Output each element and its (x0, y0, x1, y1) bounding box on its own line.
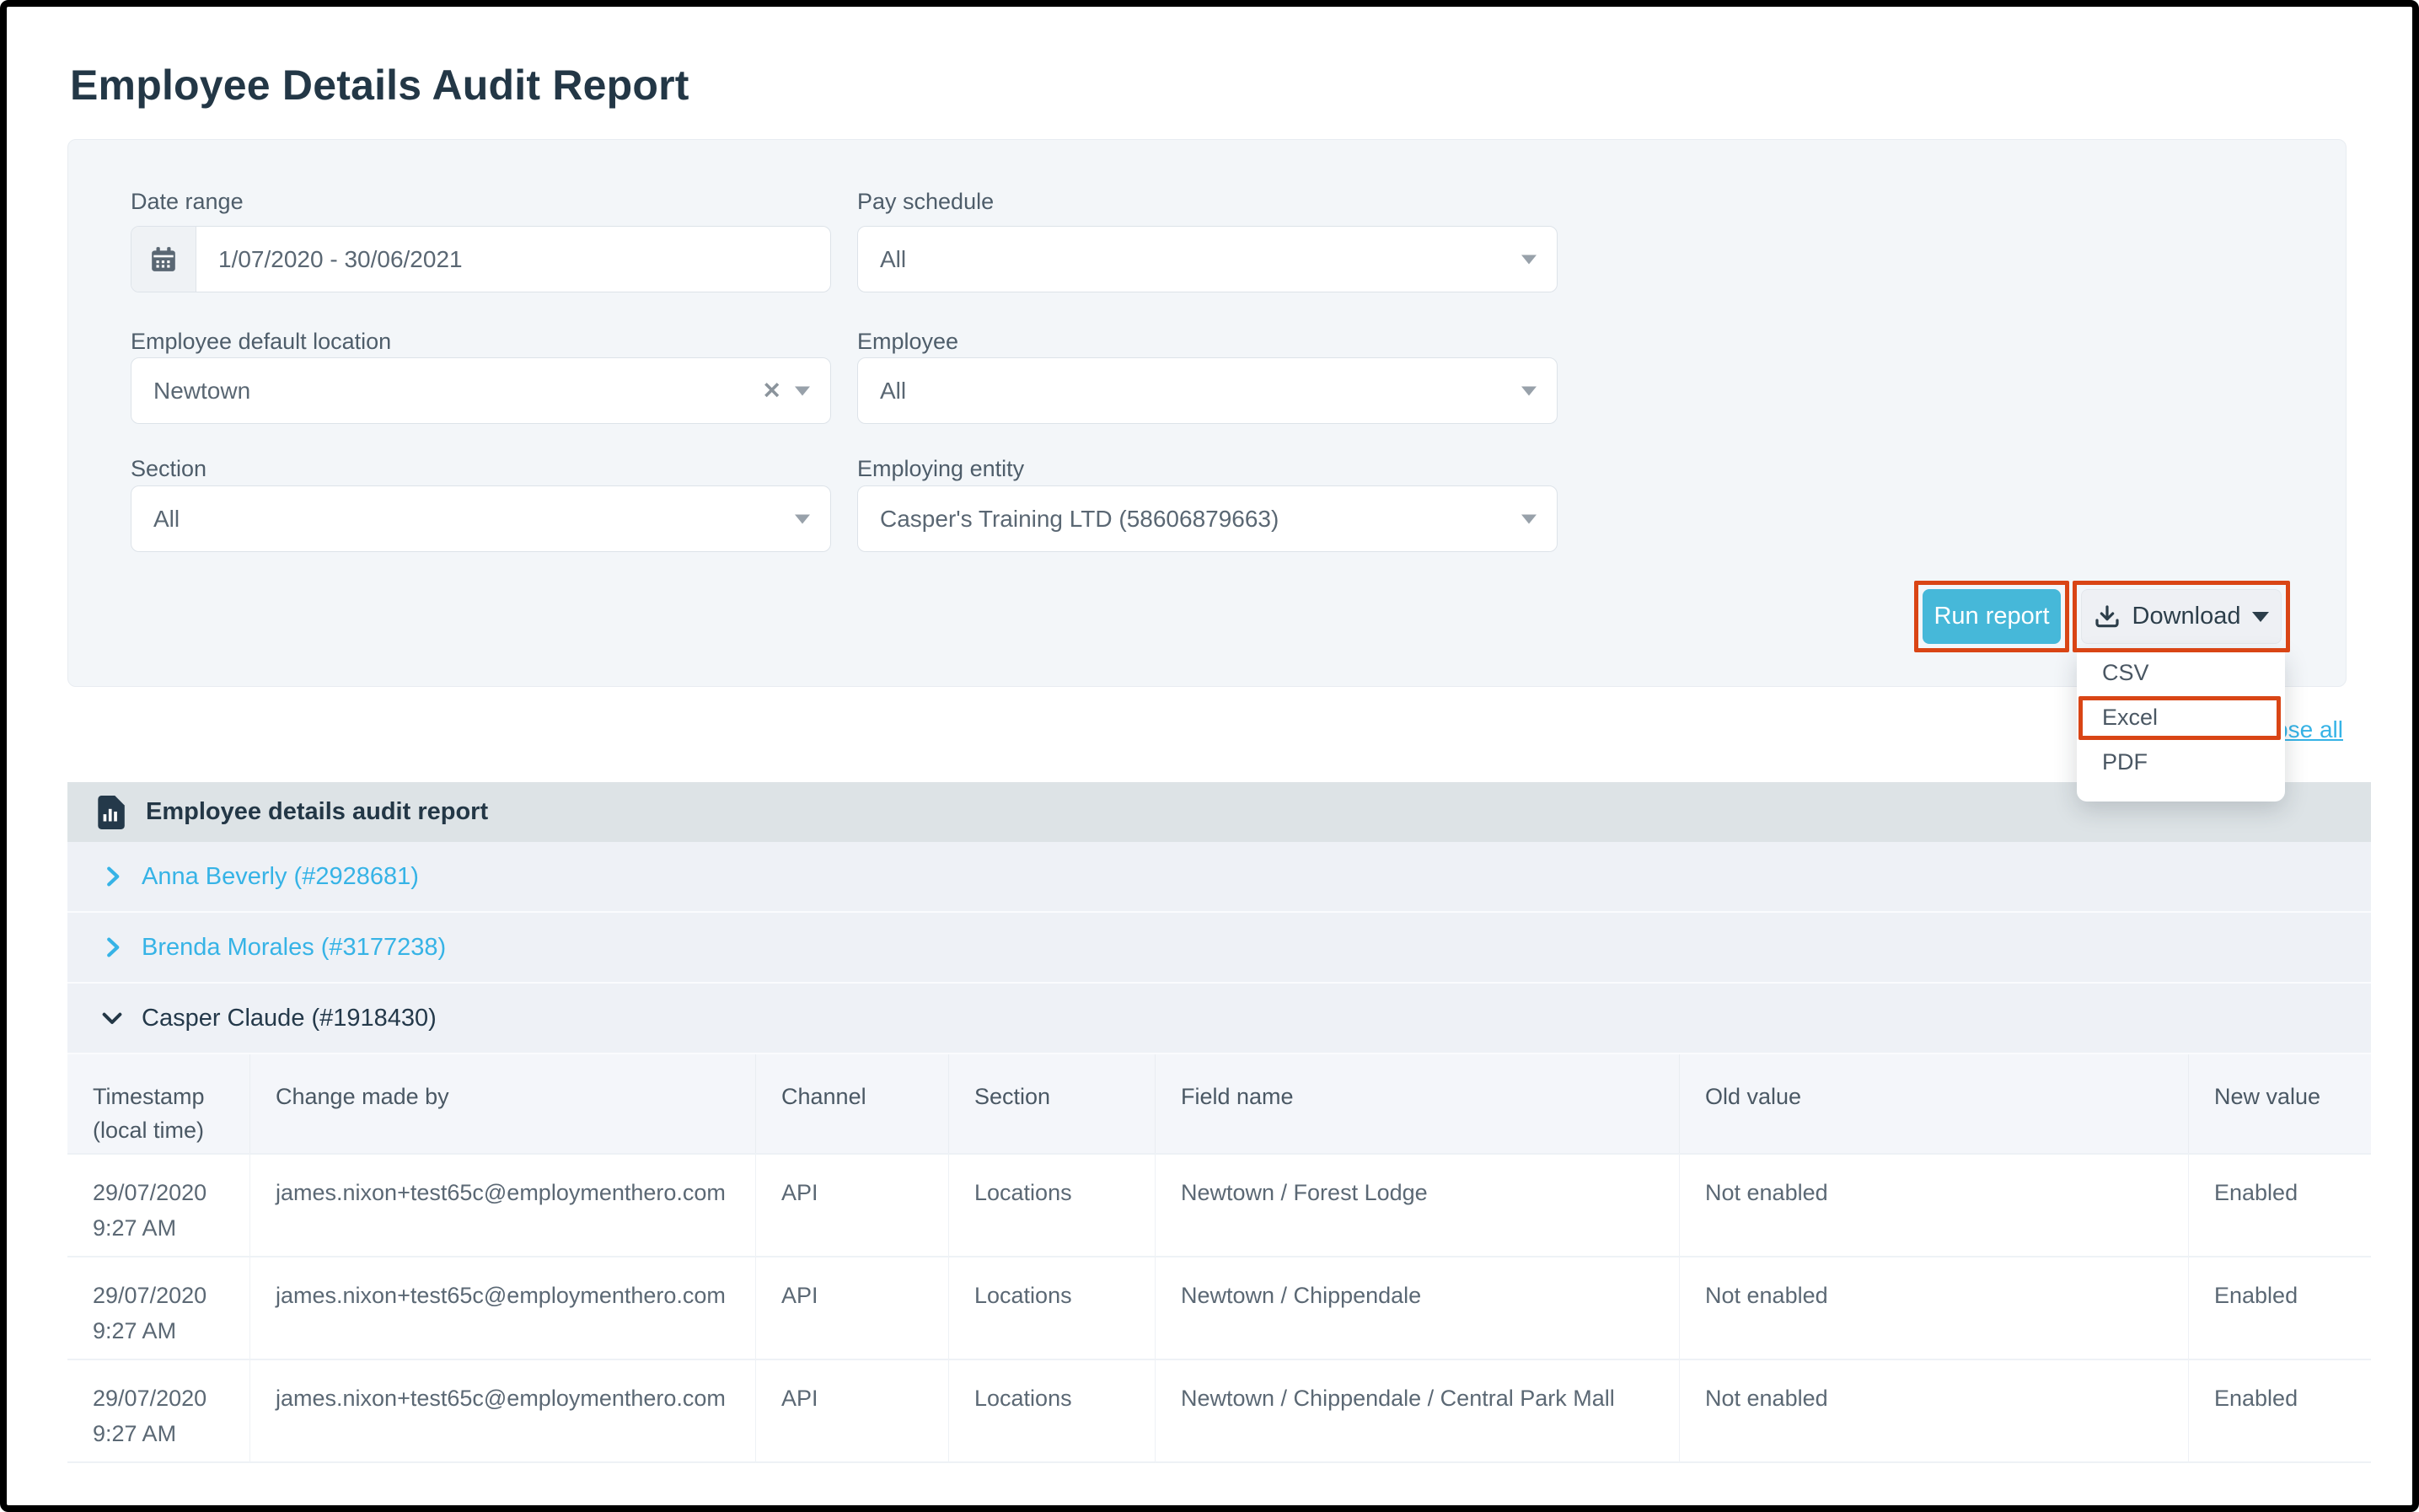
date-range-value: 1/07/2020 - 30/06/2021 (218, 246, 463, 273)
cell-section: Locations (949, 1360, 1156, 1461)
column-header: Old value (1680, 1054, 2189, 1153)
cell-old-value: Not enabled (1680, 1360, 2189, 1461)
employing-entity-select[interactable]: Casper's Training LTD (58606879663) (857, 485, 1558, 552)
employee-label: Employee (857, 329, 958, 355)
employee-row-brenda-morales[interactable]: Brenda Morales (#3177238) (67, 913, 2371, 984)
employee-value: All (880, 378, 906, 405)
column-header: Channel (756, 1054, 949, 1153)
employee-default-location-select[interactable]: Newtown ✕ (131, 357, 831, 424)
cell-timestamp: 29/07/2020 9:27 AM (67, 1257, 250, 1359)
column-header: Section (949, 1054, 1156, 1153)
report-section: Employee details audit report Anna Bever… (67, 782, 2371, 1463)
date-range-label: Date range (131, 189, 244, 215)
cell-new-value: Enabled (2189, 1155, 2371, 1256)
section-label: Section (131, 456, 206, 482)
cell-field-name: Newtown / Chippendale / Central Park Mal… (1156, 1360, 1680, 1461)
cell-change-made-by: james.nixon+test65c@employmenthero.com (250, 1257, 756, 1359)
download-menu-item-excel[interactable]: Excel (2077, 695, 2285, 740)
chevron-down-icon (1521, 386, 1537, 395)
column-header: Change made by (250, 1054, 756, 1153)
pay-schedule-label: Pay schedule (857, 189, 994, 215)
cell-timestamp: 29/07/2020 9:27 AM (67, 1360, 250, 1461)
employing-entity-value: Casper's Training LTD (58606879663) (880, 506, 1279, 533)
cell-section: Locations (949, 1257, 1156, 1359)
column-header: Timestamp (local time) (67, 1054, 250, 1153)
download-button[interactable]: Download (2081, 589, 2282, 644)
cell-change-made-by: james.nixon+test65c@employmenthero.com (250, 1155, 756, 1256)
chevron-down-icon (1521, 255, 1537, 264)
report-header-bar: Employee details audit report (67, 782, 2371, 842)
employee-default-location-value: Newtown (153, 378, 250, 405)
caret-down-icon (2252, 612, 2269, 622)
pay-schedule-select[interactable]: All (857, 226, 1558, 292)
report-doc-icon (95, 795, 126, 830)
cell-old-value: Not enabled (1680, 1257, 2189, 1359)
employing-entity-label: Employing entity (857, 456, 1024, 482)
cell-field-name: Newtown / Forest Lodge (1156, 1155, 1680, 1256)
download-menu: CSV Excel PDF (2077, 651, 2285, 802)
employee-name: Anna Beverly (#2928681) (142, 863, 419, 891)
employee-row-casper-claude[interactable]: Casper Claude (#1918430) (67, 984, 2371, 1054)
cell-change-made-by: james.nixon+test65c@employmenthero.com (250, 1360, 756, 1461)
cell-new-value: Enabled (2189, 1257, 2371, 1359)
column-header: Field name (1156, 1054, 1680, 1153)
chevron-down-icon (1521, 514, 1537, 523)
employee-row-anna-beverly[interactable]: Anna Beverly (#2928681) (67, 842, 2371, 913)
section-select[interactable]: All (131, 485, 831, 552)
section-value: All (153, 506, 180, 533)
cell-section: Locations (949, 1155, 1156, 1256)
cell-channel: API (756, 1360, 949, 1461)
cell-new-value: Enabled (2189, 1360, 2371, 1461)
chevron-down-icon (99, 1005, 125, 1031)
cell-old-value: Not enabled (1680, 1155, 2189, 1256)
cell-channel: API (756, 1257, 949, 1359)
date-range-input[interactable]: 1/07/2020 - 30/06/2021 (131, 226, 831, 292)
page-title: Employee Details Audit Report (70, 61, 689, 110)
employee-select[interactable]: All (857, 357, 1558, 424)
run-report-button[interactable]: Run report (1923, 589, 2061, 644)
chevron-down-icon (795, 386, 810, 395)
employee-name: Brenda Morales (#3177238) (142, 934, 446, 962)
table-row: 29/07/2020 9:27 AM james.nixon+test65c@e… (67, 1257, 2371, 1360)
chevron-down-icon (795, 514, 810, 523)
filters-panel: Date range 1/07/2020 - 30/06/2021 Pay sc… (67, 139, 2347, 687)
employee-default-location-label: Employee default location (131, 329, 391, 355)
download-menu-item-csv[interactable]: CSV (2077, 651, 2285, 695)
chevron-right-icon (99, 935, 125, 960)
report-section-title: Employee details audit report (146, 798, 488, 826)
audit-table-header: Timestamp (local time) Change made by Ch… (67, 1054, 2371, 1155)
download-icon (2094, 603, 2121, 630)
pay-schedule-value: All (880, 246, 906, 273)
run-report-label: Run report (1934, 603, 2049, 630)
calendar-icon (131, 227, 196, 292)
column-header: New value (2189, 1054, 2371, 1153)
employee-name: Casper Claude (#1918430) (142, 1005, 437, 1032)
table-row: 29/07/2020 9:27 AM james.nixon+test65c@e… (67, 1155, 2371, 1257)
clear-icon[interactable]: ✕ (762, 379, 781, 402)
cell-timestamp: 29/07/2020 9:27 AM (67, 1155, 250, 1256)
download-label: Download (2132, 603, 2241, 630)
cell-channel: API (756, 1155, 949, 1256)
cell-field-name: Newtown / Chippendale (1156, 1257, 1680, 1359)
app-window: Employee Details Audit Report Date range… (0, 0, 2419, 1512)
chevron-right-icon (99, 864, 125, 889)
table-row: 29/07/2020 9:27 AM james.nixon+test65c@e… (67, 1360, 2371, 1463)
download-menu-item-pdf[interactable]: PDF (2077, 740, 2285, 785)
